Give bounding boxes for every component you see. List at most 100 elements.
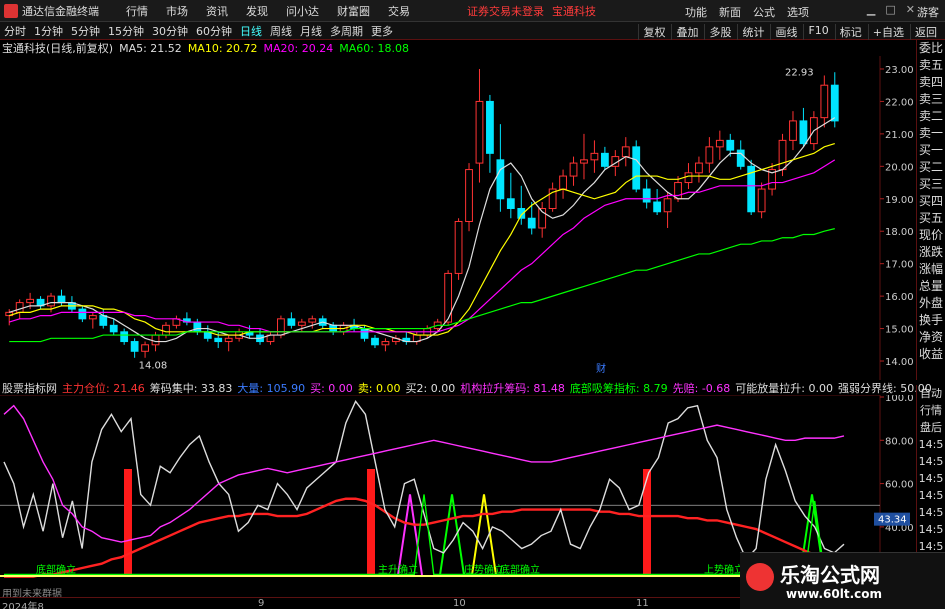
indicator-value: 先赔: -0.68 xyxy=(672,381,731,395)
quote-field-label: 收益 xyxy=(918,347,943,361)
chart-tool-button[interactable]: 画线 xyxy=(770,24,801,40)
high-price-label: 22.93 xyxy=(785,67,814,78)
y-tick-label: 22.00 xyxy=(885,97,914,108)
broker-name: 宝通科技 xyxy=(552,4,596,18)
tick-field-label: 14:5 xyxy=(918,523,944,536)
candle-body xyxy=(590,152,599,161)
app-title: 通达信金融终端 xyxy=(22,4,99,18)
quote-field-label: 卖五 xyxy=(918,58,943,72)
quote-field-label: 换手 xyxy=(918,313,943,327)
quote-field-label: 买一 xyxy=(918,143,943,157)
chart-tool-button[interactable]: 叠加 xyxy=(671,24,702,40)
maximize-icon[interactable]: □ xyxy=(885,3,895,16)
chart-tool-button[interactable]: +自选 xyxy=(867,24,908,40)
kline-chart[interactable]: 14.00 15.00 16.00 17.00 18.00 19.00 20.00 21.00… xyxy=(0,56,916,380)
period-tab[interactable]: 5分钟 xyxy=(67,25,104,38)
menu-right-item[interactable]: 新面 xyxy=(713,4,747,20)
guest-label[interactable]: 游客 xyxy=(917,4,939,20)
indicator-value: 底部吸筹指标: 8.79 xyxy=(569,381,668,395)
chart-tool-button[interactable]: 复权 xyxy=(638,24,669,40)
quote-field-label: 卖二 xyxy=(918,109,943,123)
candle-body xyxy=(506,198,515,210)
menu-item[interactable]: 市场 xyxy=(157,3,197,19)
value-tag-label: 43.34 xyxy=(878,515,907,526)
menu-item[interactable]: 财富圈 xyxy=(328,3,379,19)
chart-tool-button[interactable]: 统计 xyxy=(737,24,768,40)
candle-body xyxy=(15,302,24,313)
menu-right-item[interactable]: 功能 xyxy=(679,4,713,20)
y-tick-label: 14.00 xyxy=(885,357,914,368)
menu-item[interactable]: 行情 xyxy=(117,3,157,19)
signal-label: 底部确立 xyxy=(500,563,540,576)
quote-field-label: 总量 xyxy=(918,279,943,293)
period-tab[interactable]: 月线 xyxy=(296,25,326,38)
candle-body xyxy=(705,146,714,164)
candle-body xyxy=(465,169,473,222)
candle-body xyxy=(151,334,160,346)
candle-body xyxy=(757,188,766,213)
date-label: 2024年8 xyxy=(2,602,44,609)
period-tab[interactable]: 分时 xyxy=(0,25,30,38)
y-tick-label: 100.0 xyxy=(885,395,914,404)
tick-field-label: 14:5 xyxy=(918,455,944,468)
indicator-name[interactable]: 股票指标网 xyxy=(2,380,57,396)
low-price-label: 14.08 xyxy=(139,360,168,371)
y-tick-label: 19.00 xyxy=(885,195,914,206)
candle-body xyxy=(726,139,735,151)
minimize-icon[interactable]: ▁ xyxy=(867,3,875,16)
period-tab[interactable]: 周线 xyxy=(266,25,296,38)
period-tab[interactable]: 1分钟 xyxy=(30,25,67,38)
signal-spike xyxy=(439,494,465,576)
menu-item[interactable]: 发现 xyxy=(237,3,277,19)
tick-field-label: 14:5 xyxy=(918,489,944,502)
candle-body xyxy=(736,149,745,167)
date-label: 11 xyxy=(636,598,649,609)
menu-right-item[interactable]: 公式 xyxy=(747,4,781,20)
chart-tool-button[interactable]: 标记 xyxy=(834,24,866,40)
chart-tool-button[interactable]: 多股 xyxy=(704,24,735,40)
candle-body xyxy=(297,321,306,326)
candle-body xyxy=(621,146,630,158)
y-tick-label: 18.00 xyxy=(885,227,914,238)
login-status[interactable]: 证券交易未登录 xyxy=(467,3,544,19)
period-tab[interactable]: 多周期 xyxy=(326,25,367,38)
period-tab[interactable]: 30分钟 xyxy=(148,25,192,38)
menu-right-item[interactable]: 选项 xyxy=(781,4,815,20)
app-logo-icon xyxy=(4,3,18,18)
ma5-value: MA5: 21.52 xyxy=(119,41,182,55)
quote-field-label: 买四 xyxy=(918,194,943,208)
indicator-value: 买: 0.00 xyxy=(310,381,353,395)
period-tab[interactable]: 15分钟 xyxy=(104,25,148,38)
candle-body xyxy=(371,337,379,346)
date-axis: 2024年8 9 10 11 xyxy=(0,597,740,609)
menu-item[interactable]: 交易 xyxy=(379,3,419,19)
tick-field-label: 盘后 xyxy=(920,421,942,434)
menu-item[interactable]: 资讯 xyxy=(197,3,237,19)
period-tab[interactable]: 60分钟 xyxy=(192,25,236,38)
period-tab[interactable]: 更多 xyxy=(367,25,397,38)
menu-item[interactable]: 问小达 xyxy=(277,3,328,19)
period-tabs: 分时 1分钟 5分钟 15分钟 30分钟 60分钟 日线 周线 月线 多周期 更多 xyxy=(0,23,397,39)
ma-line xyxy=(9,159,836,333)
quote-field-label: 卖一 xyxy=(918,126,943,140)
indicator-value: 可能放量拉升: 0.00 xyxy=(735,381,833,395)
candle-body xyxy=(496,159,505,200)
candle-body xyxy=(141,344,149,352)
chart-tool-button[interactable]: 返回 xyxy=(910,24,941,40)
period-tab[interactable]: 日线 xyxy=(236,25,266,38)
candle-body xyxy=(88,315,97,320)
quote-field-label: 买三 xyxy=(918,177,943,191)
quote-field-label: 委比 xyxy=(918,41,943,55)
candle-body xyxy=(193,321,202,333)
quote-panel: 委比 卖五 卖四 卖三 卖二 卖一 买一 买二 买三 买四 买五 现价 涨跌 涨幅 总量 外盘 换手 净资 收益 xyxy=(916,40,945,380)
watermark-url: www.60lt.com xyxy=(786,587,883,601)
indicator-value: 主力仓位: 21.46 xyxy=(62,381,145,395)
close-icon[interactable]: ✕ xyxy=(906,3,915,16)
window-controls: ▁ □ ✕ xyxy=(867,3,915,16)
stock-title: 宝通科技(日线,前复权) xyxy=(2,42,114,55)
quote-field-label: 涨跌 xyxy=(918,245,943,259)
candle-body xyxy=(162,324,170,336)
chart-tool-button[interactable]: F10 xyxy=(803,24,832,40)
candle-body xyxy=(663,198,672,213)
candle-body xyxy=(778,139,787,171)
